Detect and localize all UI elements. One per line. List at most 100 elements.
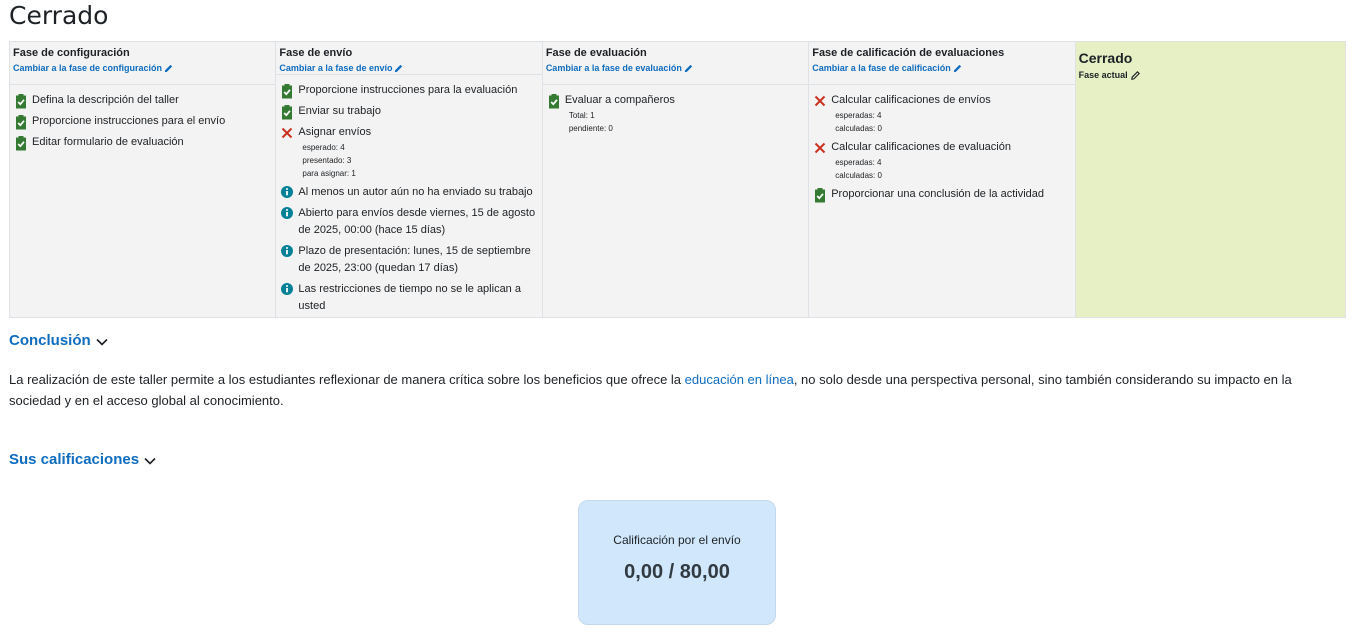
phase-task: Las restricciones de tiempo no se le apl… bbox=[280, 281, 538, 315]
task-body: Abierto para envíos desde viernes, 15 de… bbox=[298, 205, 538, 239]
task-text: Al menos un autor aún no ha enviado su t… bbox=[298, 186, 533, 198]
check-clipboard-icon bbox=[813, 187, 827, 203]
task-text: Proporcionar una conclusión de la activi… bbox=[831, 188, 1045, 200]
phase-task-list: Evaluar a compañeros Total: 1 pendiente: 0 bbox=[543, 85, 808, 139]
info-icon bbox=[280, 206, 294, 222]
task-text: Asignar envíos bbox=[298, 126, 372, 138]
phase-header: Fase de configuración Cambiar a la fase … bbox=[10, 42, 276, 85]
switch-phase-link-label: Cambiar a la fase de configuración bbox=[13, 63, 163, 73]
task-text: Abierto para envíos desde viernes, 15 de… bbox=[298, 207, 536, 236]
phase-task: Proporcionar una conclusión de la activi… bbox=[813, 186, 1071, 203]
task-body: Plazo de presentación: lunes, 15 de sept… bbox=[298, 243, 538, 277]
task-text: Evaluar a compañeros bbox=[564, 94, 675, 106]
chevron-down-icon bbox=[144, 457, 156, 465]
phase-title: Fase de envío bbox=[279, 47, 353, 59]
phase-title: Fase de calificación de evaluaciones bbox=[812, 47, 1005, 59]
task-text: Calcular calificaciones de envíos bbox=[831, 94, 991, 106]
task-text: Editar formulario de evaluación bbox=[32, 136, 184, 148]
task-text: Proporcione instrucciones para la evalua… bbox=[298, 84, 518, 96]
grades-heading: Sus calificaciones bbox=[9, 451, 140, 468]
info-icon bbox=[280, 282, 294, 298]
page-title: Cerrado bbox=[9, 1, 109, 30]
grade-label: Calificación por el envío bbox=[613, 533, 741, 547]
phase-task: Proporcione instrucciones para el envío bbox=[14, 113, 272, 130]
phase-title: Cerrado bbox=[1078, 50, 1133, 66]
phase-task-list: Proporcione instrucciones para la evalua… bbox=[276, 75, 541, 319]
task-body: Proporcionar una conclusión de la activi… bbox=[831, 186, 1071, 203]
task-body: Calcular calificaciones de envíos esperad… bbox=[831, 92, 1071, 135]
online-education-link[interactable]: educación en línea bbox=[685, 372, 794, 387]
task-detail: presentado: 3 bbox=[302, 156, 352, 165]
task-detail: esperadas: 4 bbox=[835, 158, 882, 167]
task-body: Evaluar a compañeros Total: 1 pendiente: 0 bbox=[565, 92, 805, 135]
pencil-icon bbox=[395, 64, 403, 72]
task-body: Proporcione instrucciones para la evalua… bbox=[298, 82, 538, 99]
task-detail: pendiente: 0 bbox=[568, 124, 613, 133]
task-text: Calcular calificaciones de evaluación bbox=[831, 141, 1011, 153]
pencil-icon bbox=[953, 64, 961, 72]
task-body: Proporcione instrucciones para el envío bbox=[32, 113, 272, 130]
task-detail: esperado: 4 bbox=[302, 143, 345, 152]
grade-value: 0,00 / 80,00 bbox=[624, 561, 730, 583]
info-icon bbox=[280, 185, 294, 201]
phase-task: Evaluar a compañeros Total: 1 pendiente: 0 bbox=[547, 92, 805, 135]
cross-icon bbox=[813, 140, 827, 156]
switch-phase-link-assessment[interactable]: Cambiar a la fase de evaluación bbox=[546, 62, 693, 74]
phase-evaluation: Fase de calificación de evaluaciones Cam… bbox=[809, 42, 1076, 317]
phase-header: Fase de evaluación Cambiar a la fase de … bbox=[542, 42, 809, 85]
task-text: Proporcione instrucciones para el envío bbox=[32, 115, 226, 127]
task-text: Las restricciones de tiempo no se le apl… bbox=[298, 283, 521, 312]
phase-task: Abierto para envíos desde viernes, 15 de… bbox=[280, 205, 538, 239]
task-body: Defina la descripción del taller bbox=[32, 92, 272, 109]
conclusion-text: La realización de este taller permite a … bbox=[9, 369, 1329, 411]
phase-task: Plazo de presentación: lunes, 15 de sept… bbox=[280, 243, 538, 277]
submission-grade-card: Calificación por el envío 0,00 / 80,00 bbox=[578, 500, 776, 625]
pencil-icon bbox=[684, 64, 693, 72]
switch-phase-link-evaluation[interactable]: Cambiar a la fase de calificación bbox=[812, 62, 962, 74]
phase-task: Calcular calificaciones de envíos esperad… bbox=[813, 92, 1071, 135]
cross-icon bbox=[813, 93, 827, 109]
pencil-icon bbox=[164, 64, 173, 72]
phase-header: Fase de envío Cambiar a la fase de envío bbox=[276, 42, 542, 75]
phase-task: Enviar su trabajo bbox=[280, 103, 538, 120]
phase-task: Defina la descripción del taller bbox=[14, 92, 272, 109]
conclusion-toggle[interactable]: Conclusión bbox=[9, 332, 108, 349]
phase-task: Calcular calificaciones de evaluación esp… bbox=[813, 139, 1071, 182]
task-body: Editar formulario de evaluación bbox=[32, 134, 272, 151]
phase-assessment: Fase de evaluación Cambiar a la fase de … bbox=[542, 42, 810, 317]
pencil-icon bbox=[1130, 70, 1140, 80]
task-text: Enviar su trabajo bbox=[298, 105, 381, 117]
task-detail: esperadas: 4 bbox=[835, 111, 882, 120]
check-clipboard-icon bbox=[280, 104, 294, 120]
phase-task: Al menos un autor aún no ha enviado su t… bbox=[280, 184, 538, 201]
info-icon bbox=[280, 244, 294, 260]
task-body: Al menos un autor aún no ha enviado su t… bbox=[298, 184, 538, 201]
check-clipboard-icon bbox=[14, 135, 28, 151]
task-body: Las restricciones de tiempo no se le apl… bbox=[298, 281, 538, 315]
phase-task-list: Calcular calificaciones de envíos esperad… bbox=[809, 85, 1074, 207]
switch-phase-link-setup[interactable]: Cambiar a la fase de configuración bbox=[13, 62, 173, 74]
check-clipboard-icon bbox=[280, 83, 294, 99]
task-detail: Total: 1 bbox=[568, 111, 595, 120]
phase-closed: Cerrado Fase actual bbox=[1075, 42, 1346, 317]
task-detail: calculadas: 0 bbox=[835, 124, 882, 133]
phase-task: Asignar envíos esperado: 4 presentado: 3 pa… bbox=[280, 124, 538, 180]
grades-toggle[interactable]: Sus calificaciones bbox=[9, 451, 156, 468]
phase-title: Fase de evaluación bbox=[545, 47, 647, 59]
task-body: Enviar su trabajo bbox=[298, 103, 538, 120]
chevron-down-icon bbox=[96, 338, 108, 346]
check-clipboard-icon bbox=[547, 93, 561, 109]
task-detail: para asignar: 1 bbox=[302, 169, 356, 178]
task-body: Calcular calificaciones de evaluación esp… bbox=[831, 139, 1071, 182]
task-body: Asignar envíos esperado: 4 presentado: 3 pa… bbox=[298, 124, 538, 180]
current-phase-indicator: Fase actual bbox=[1079, 69, 1140, 81]
switch-phase-link-submission[interactable]: Cambiar a la fase de envío bbox=[279, 62, 403, 74]
phase-title: Fase de configuración bbox=[13, 47, 130, 59]
phase-header: Fase de calificación de evaluaciones Cam… bbox=[809, 42, 1075, 85]
task-text: Defina la descripción del taller bbox=[32, 94, 179, 106]
phase-setup: Fase de configuración Cambiar a la fase … bbox=[10, 42, 277, 317]
check-clipboard-icon bbox=[14, 114, 28, 130]
phase-task-list: Defina la descripción del taller Proporci… bbox=[10, 85, 275, 155]
workshop-phases: Fase de configuración Cambiar a la fase … bbox=[9, 41, 1346, 318]
phase-task: Proporcione instrucciones para la evalua… bbox=[280, 82, 538, 99]
